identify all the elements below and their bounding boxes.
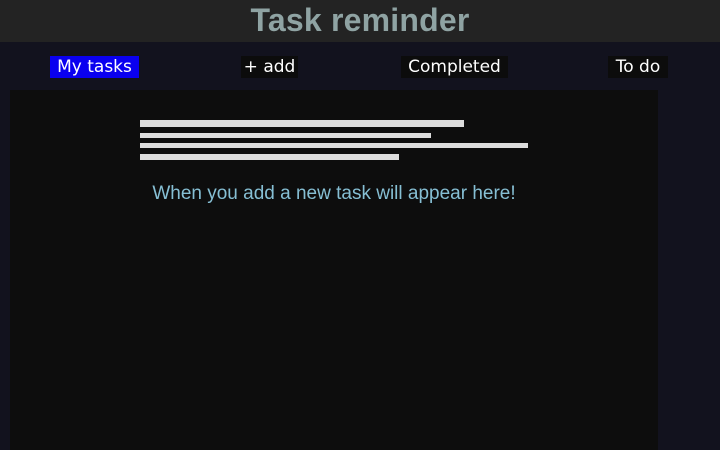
tab-completed[interactable]: Completed [401,56,508,78]
tab-my-tasks[interactable]: My tasks [50,56,139,78]
placeholder-line [140,133,431,138]
placeholder-line [140,143,528,148]
app-title: Task reminder [250,1,470,38]
app-header: Task reminder [0,0,720,42]
nav-bar: My tasks + add Completed To do [0,42,720,90]
placeholder-line [140,120,464,127]
empty-state-message: When you add a new task will appear here… [152,183,516,204]
tab-add-task[interactable]: + add [241,56,298,78]
tab-to-do[interactable]: To do [608,56,668,78]
placeholder-line [140,154,399,160]
task-list-panel: When you add a new task will appear here… [10,90,658,450]
